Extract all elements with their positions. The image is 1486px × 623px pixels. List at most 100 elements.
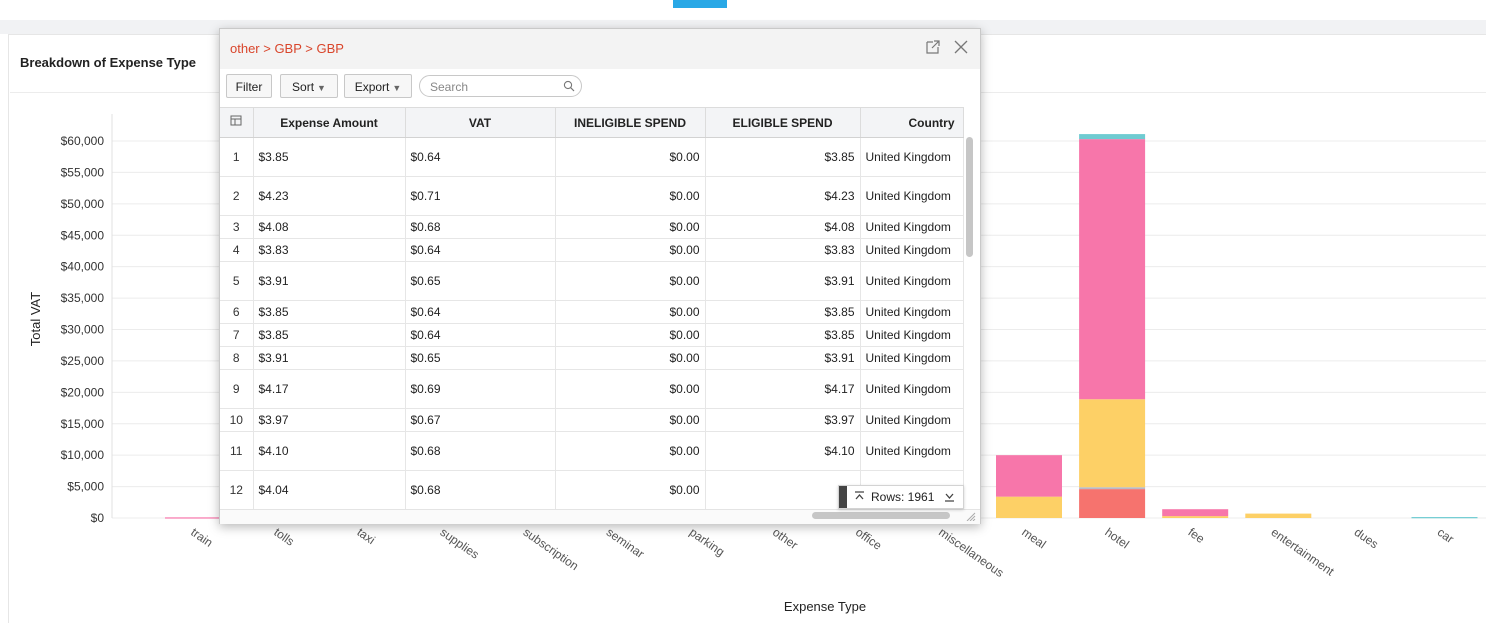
bar-segment-meal[interactable] [996,455,1062,497]
eligible-spend-cell: $3.85 [705,300,861,324]
ineligible-spend-cell: $0.00 [555,137,706,177]
bar-segment-fee[interactable] [1162,516,1229,518]
vat-cell: $0.67 [405,408,556,432]
bar-segment-hotel[interactable] [1079,134,1146,140]
column-header[interactable]: Country [860,107,964,138]
popup-toolbar: Filter Sort ▼ Export ▼ Search [220,69,980,107]
table-row[interactable]: 2 $4.23 $0.71 $0.00 $4.23 United Kingdom [220,176,964,216]
eligible-spend-cell: $4.17 [705,369,861,409]
country-cell: United Kingdom [860,137,964,177]
y-tick-label: $25,000 [61,354,105,368]
export-button[interactable]: Export ▼ [344,74,412,98]
country-cell: United Kingdom [860,261,964,301]
table-header-row: Expense Amount VAT INELIGIBLE SPEND ELIG… [220,107,964,138]
horizontal-scrollbar[interactable] [812,512,950,519]
table-row[interactable]: 7 $3.85 $0.64 $0.00 $3.85 United Kingdom [220,323,964,347]
x-tick-label: dues [1352,525,1381,551]
expense-amount-cell: $3.83 [253,238,406,262]
expense-amount-cell: $4.23 [253,176,406,216]
column-chooser[interactable] [220,107,254,138]
eligible-spend-cell: $4.08 [705,215,861,239]
close-icon[interactable] [953,39,969,55]
x-tick-label: train [188,525,215,550]
country-cell: United Kingdom [860,215,964,239]
search-input[interactable]: Search [419,75,582,97]
bar-segment-hotel[interactable] [1079,489,1146,518]
search-icon[interactable] [563,80,575,92]
breadcrumb[interactable]: other > GBP > GBP [230,41,344,56]
column-chooser-icon[interactable] [230,115,242,127]
eligible-spend-cell: $4.10 [705,431,861,471]
bar-segment-fee[interactable] [1162,509,1229,517]
x-tick-label: entertainment [1269,525,1338,579]
x-tick-label: hotel [1102,525,1131,551]
row-number: 12 [220,470,254,509]
vat-cell: $0.68 [405,470,556,509]
table-row[interactable]: 11 $4.10 $0.68 $0.00 $4.10 United Kingdom [220,431,964,471]
vat-cell: $0.65 [405,261,556,301]
vat-cell: $0.64 [405,137,556,177]
x-tick-label: subscription [521,525,581,573]
bar-segment-hotel[interactable] [1079,139,1146,400]
expense-amount-cell: $3.91 [253,346,406,370]
x-tick-label: car [1435,525,1457,546]
y-tick-label: $20,000 [61,385,105,399]
column-header[interactable]: INELIGIBLE SPEND [555,107,706,138]
scroll-bottom-icon[interactable] [944,491,955,503]
row-number: 8 [220,346,254,370]
eligible-spend-cell: $3.83 [705,238,861,262]
ineligible-spend-cell: $0.00 [555,300,706,324]
vertical-scrollbar[interactable] [966,137,973,257]
drilldown-popup: other > GBP > GBP Filter Sort ▼ Export ▼ S… [219,28,981,524]
country-cell: United Kingdom [860,323,964,347]
table-row[interactable]: 1 $3.85 $0.64 $0.00 $3.85 United Kingdom [220,137,964,177]
ineligible-spend-cell: $0.00 [555,176,706,216]
bar-segment-hotel[interactable] [1079,399,1146,488]
bar-segment-car[interactable] [1411,517,1478,519]
table-row[interactable]: 3 $4.08 $0.68 $0.00 $4.08 United Kingdom [220,215,964,239]
row-number: 4 [220,238,254,262]
row-number: 9 [220,369,254,409]
scroll-top-icon[interactable] [854,491,865,503]
ineligible-spend-cell: $0.00 [555,346,706,370]
ineligible-spend-cell: $0.00 [555,408,706,432]
expense-amount-cell: $4.10 [253,431,406,471]
popout-icon[interactable] [925,39,941,55]
table-row[interactable]: 6 $3.85 $0.64 $0.00 $3.85 United Kingdom [220,300,964,324]
vat-cell: $0.64 [405,323,556,347]
ineligible-spend-cell: $0.00 [555,369,706,409]
expense-amount-cell: $3.85 [253,323,406,347]
table-row[interactable]: 10 $3.97 $0.67 $0.00 $3.97 United Kingdom [220,408,964,432]
filter-button[interactable]: Filter [226,74,272,98]
ineligible-spend-cell: $0.00 [555,323,706,347]
column-header[interactable]: Expense Amount [253,107,406,138]
column-header[interactable]: VAT [405,107,556,138]
vat-cell: $0.68 [405,215,556,239]
table-row[interactable]: 4 $3.83 $0.64 $0.00 $3.83 United Kingdom [220,238,964,262]
x-tick-label: miscellaneous [936,525,1006,580]
bar-segment-hotel[interactable] [1079,487,1146,490]
resize-grip-icon[interactable] [964,511,976,521]
x-tick-label: meal [1019,525,1048,551]
chevron-down-icon: ▼ [317,83,326,93]
eligible-spend-cell: $4. [705,470,861,509]
country-cell: United Kingdom [860,408,964,432]
table-row[interactable]: 8 $3.91 $0.65 $0.00 $3.91 United Kingdom [220,346,964,370]
x-tick-label: tolls [271,525,297,549]
bar-segment-meal[interactable] [996,496,1062,518]
country-cell: United Kingdom [860,346,964,370]
x-tick-label: taxi [354,525,377,547]
bar-segment-entertainment[interactable] [1245,513,1312,518]
expense-amount-cell: $3.85 [253,137,406,177]
x-tick-label: seminar [604,525,647,561]
rows-badge-toggle[interactable] [839,486,847,508]
column-header[interactable]: ELIGIBLE SPEND [705,107,861,138]
table-row[interactable]: 5 $3.91 $0.65 $0.00 $3.91 United Kingdom [220,261,964,301]
sort-button[interactable]: Sort ▼ [280,74,338,98]
x-axis-labels: train tolls taxi supplies subscription semina… [188,525,1456,580]
table-row[interactable]: 9 $4.17 $0.69 $0.00 $4.17 United Kingdom [220,369,964,409]
rows-count: Rows: 1961 [871,490,935,504]
eligible-spend-cell: $3.91 [705,346,861,370]
y-tick-label: $55,000 [61,165,105,179]
vat-cell: $0.64 [405,238,556,262]
